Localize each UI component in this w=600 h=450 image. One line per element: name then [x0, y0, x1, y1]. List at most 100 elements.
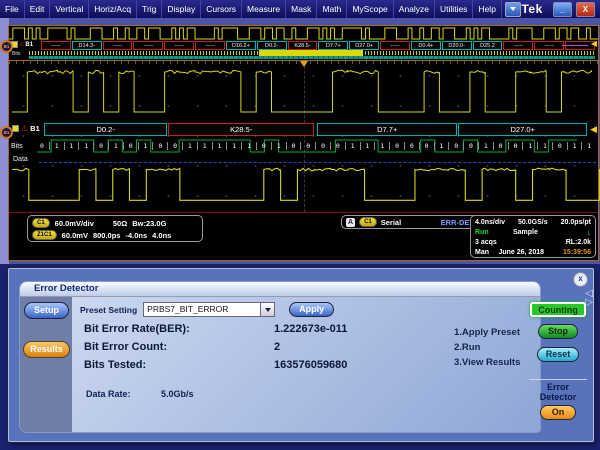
overview-bus-badge[interactable]: B1 — [0, 40, 13, 53]
trigger-readout-box[interactable]: A C1 Serial ERR-DET — [341, 215, 479, 229]
bit-value: 0 — [508, 142, 523, 150]
dialog-content: Preset Setting PRBS7_BIT_ERROR Apply Bit… — [72, 297, 540, 432]
tab-setup[interactable]: Setup — [24, 302, 69, 319]
preset-setting-value[interactable]: PRBS7_BIT_ERROR — [143, 302, 260, 317]
decode-symbol-box: D0.2- — [44, 123, 167, 136]
bit-value: 0 — [330, 142, 345, 150]
overview-decode-row: -----D14.3---------------------D16.2+D0.… — [41, 41, 595, 50]
trigger-position-icon[interactable] — [300, 61, 308, 67]
ber-value: 1.222673e-011 — [274, 323, 347, 335]
bit-value: 1 — [522, 142, 537, 150]
menu-item[interactable]: File — [0, 0, 25, 18]
zoom-window-highlight[interactable] — [259, 50, 363, 56]
preset-setting-label: Preset Setting — [80, 305, 137, 315]
bit-value: 0 — [419, 142, 434, 150]
ber-label: Bit Error Rate(BER): — [84, 323, 190, 335]
bit-value: 0 — [123, 142, 138, 150]
menu-item[interactable]: Display — [162, 0, 201, 18]
instruction-line: 2.Run — [454, 340, 520, 355]
acquisition-readout-box[interactable]: 4.0ns/div 50.0GS/s 20.0ps/pt Run Sample … — [470, 215, 596, 258]
dialog-close-button[interactable]: x — [573, 272, 588, 287]
main-bus-badge[interactable]: B1 — [0, 126, 13, 139]
trigger-mode-label: Man — [475, 249, 489, 256]
menu-item[interactable]: Mask — [286, 0, 317, 18]
overview-data-bar — [29, 56, 595, 59]
bit-value: 1 — [537, 142, 552, 150]
error-detector-on-button[interactable]: On — [540, 405, 576, 420]
menu-item[interactable]: Utilities — [435, 0, 473, 18]
instructions: 1.Apply Preset2.Run3.View Results — [454, 325, 520, 370]
bit-value: 1 — [581, 142, 596, 150]
overview-decode-box: K28.5- — [288, 41, 318, 50]
main-decode-row: ⚠ B1 D0.2- K28.5- D7.7+ D27.0+ ◀ — [9, 123, 598, 136]
ber-row: Bit Error Rate(BER): 1.222673e-011 — [84, 323, 190, 335]
apply-button[interactable]: Apply — [289, 302, 334, 317]
decode-left-arrow-icon: ◀ — [590, 125, 597, 134]
menu-item[interactable]: Help — [473, 0, 501, 18]
minimize-button[interactable]: _ — [553, 2, 572, 17]
dialog-body: Setup Results Preset Setting PRBS7_BIT_E… — [20, 297, 540, 432]
overview-decode-box: D16.2+ — [226, 41, 256, 50]
menu-item[interactable]: Edit — [25, 0, 51, 18]
menu-item[interactable]: Measure — [242, 0, 286, 18]
date: June 26, 2018 — [498, 249, 544, 256]
menu-item[interactable]: Vertical — [50, 0, 89, 18]
bit-value: 1 — [360, 142, 375, 150]
menu-item[interactable]: Horiz/Acq — [89, 0, 137, 18]
warning-icon: ⚠ — [19, 42, 24, 48]
error-count-label: Bit Error Count: — [84, 341, 167, 353]
bit-value: 0 — [493, 142, 508, 150]
stop-button[interactable]: Stop — [538, 324, 578, 339]
bit-value: 0 — [463, 142, 478, 150]
menu-item[interactable]: Math — [317, 0, 347, 18]
overview-decode-box: ----- — [534, 41, 564, 50]
trigger-mode: ERR-DET — [441, 218, 474, 227]
reset-button[interactable]: Reset — [537, 347, 579, 362]
menu-item[interactable]: MyScope — [347, 0, 393, 18]
zoom-scale: 60.0mV — [62, 231, 88, 240]
status-bar: C1 60.0mV/div 50Ω Bw:23.0G Z1C1 60.0mV 8… — [9, 213, 598, 260]
preset-row: Preset Setting PRBS7_BIT_ERROR Apply — [80, 302, 334, 317]
bit-value: 1 — [49, 142, 64, 150]
overview-bus-name: B1 — [25, 42, 33, 48]
tab-results[interactable]: Results — [23, 341, 70, 358]
side-divider — [529, 379, 587, 380]
dialog-dock-control[interactable]: ◁ ▷ — [585, 289, 593, 307]
overview-decode-box: D0.4+ — [411, 41, 441, 50]
instruction-line: 3.View Results — [454, 355, 520, 370]
ch1-scale: 60.0mV/div — [55, 219, 94, 228]
counting-status-button[interactable]: Counting — [530, 302, 586, 317]
preset-dropdown-button[interactable] — [260, 302, 275, 317]
channel-readout-box[interactable]: C1 60.0mV/div 50Ω Bw:23.0G Z1C1 60.0mV 8… — [27, 215, 203, 242]
bit-value: 1 — [241, 142, 256, 150]
bus-marker-icon — [12, 125, 19, 132]
error-detector-window: Error Detector Setup Results Preset Sett… — [19, 281, 541, 433]
overview-left-arrow-icon: ◀ — [591, 40, 597, 48]
menu-item[interactable]: Trig — [137, 0, 162, 18]
decode-symbol-box-error: K28.5- — [168, 123, 314, 136]
timebase: 4.0ns/div — [475, 219, 505, 226]
ch1-impedance: 50Ω — [113, 219, 127, 228]
data-rate-label: Data Rate: — [86, 389, 131, 399]
dialog-title: Error Detector — [20, 282, 540, 297]
bit-value: 0 — [315, 142, 330, 150]
bit-value: 1 — [567, 142, 582, 150]
warning-icon: ⚠ — [21, 126, 28, 132]
menu-item[interactable]: Analyze — [394, 0, 435, 18]
error-label-line1: Error — [547, 382, 569, 392]
a-trigger-icon: A — [346, 218, 355, 227]
overview-decode-box: ----- — [503, 41, 533, 50]
data-rate-row: Data Rate: 5.0Gb/s — [86, 389, 194, 399]
overview-decode-box: ----- — [195, 41, 225, 50]
menu-dropdown-button[interactable] — [505, 2, 522, 17]
bits-tested-value: 163576059680 — [274, 359, 347, 371]
close-window-button[interactable]: X — [576, 2, 595, 17]
bit-value: 1 — [212, 142, 227, 150]
main-bus-name: B1 — [30, 124, 40, 133]
bit-value: 1 — [478, 142, 493, 150]
trigger-source-badge: C1 — [359, 217, 377, 227]
bit-value: 1 — [434, 142, 449, 150]
menu-item[interactable]: Cursors — [201, 0, 242, 18]
bit-value: 1 — [374, 142, 389, 150]
bits-tested-row: Bits Tested: 163576059680 — [84, 359, 146, 371]
